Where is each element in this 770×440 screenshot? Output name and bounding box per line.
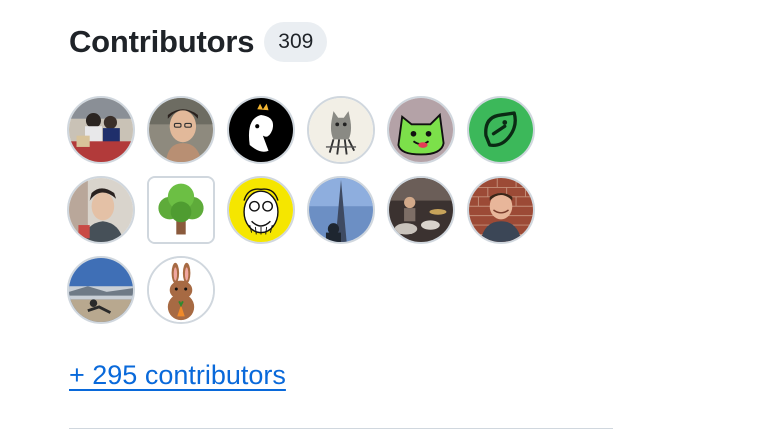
tree-avatar-icon	[149, 178, 213, 242]
photo-drummer-avatar-icon	[389, 178, 453, 242]
more-contributors-link[interactable]: + 295 contributors	[69, 360, 286, 391]
green-cat-avatar-icon	[389, 98, 453, 162]
contributors-header: Contributors 309	[69, 22, 328, 62]
contributor-avatar-3[interactable]	[227, 96, 295, 164]
green-leaf-logo-avatar-icon	[469, 98, 533, 162]
contributor-avatar-10[interactable]	[307, 176, 375, 244]
contributors-title[interactable]: Contributors	[69, 24, 254, 60]
photo-face-avatar-icon	[149, 98, 213, 162]
contributor-avatar-13[interactable]	[67, 256, 135, 324]
contributor-avatar-6[interactable]	[467, 96, 535, 164]
photo-brick-wall-man-avatar-icon	[469, 178, 533, 242]
contributor-avatar-14[interactable]	[147, 256, 215, 324]
contributors-panel: Contributors 309 + 295 contributors	[0, 0, 770, 440]
photo-tower-avatar-icon	[309, 178, 373, 242]
contributor-avatar-5[interactable]	[387, 96, 455, 164]
photo-people-avatar-icon	[69, 98, 133, 162]
contributor-avatar-4[interactable]	[307, 96, 375, 164]
rabbit-avatar-icon	[149, 258, 213, 322]
section-divider	[69, 428, 613, 429]
contributor-avatar-1[interactable]	[67, 96, 135, 164]
contributor-avatar-12[interactable]	[467, 176, 535, 244]
photo-portrait-avatar-icon	[69, 178, 133, 242]
contributor-avatar-8[interactable]	[147, 176, 215, 244]
cat-sketch-avatar-icon	[309, 98, 373, 162]
photo-landscape-avatar-icon	[69, 258, 133, 322]
contributor-avatar-9[interactable]	[227, 176, 295, 244]
contributor-avatar-11[interactable]	[387, 176, 455, 244]
ghost-crown-avatar-icon	[229, 98, 293, 162]
cartoon-face-yellow-avatar-icon	[229, 178, 293, 242]
contributor-avatar-2[interactable]	[147, 96, 215, 164]
contributor-avatar-grid	[67, 96, 547, 324]
contributors-count-badge: 309	[264, 22, 328, 62]
contributor-avatar-7[interactable]	[67, 176, 135, 244]
